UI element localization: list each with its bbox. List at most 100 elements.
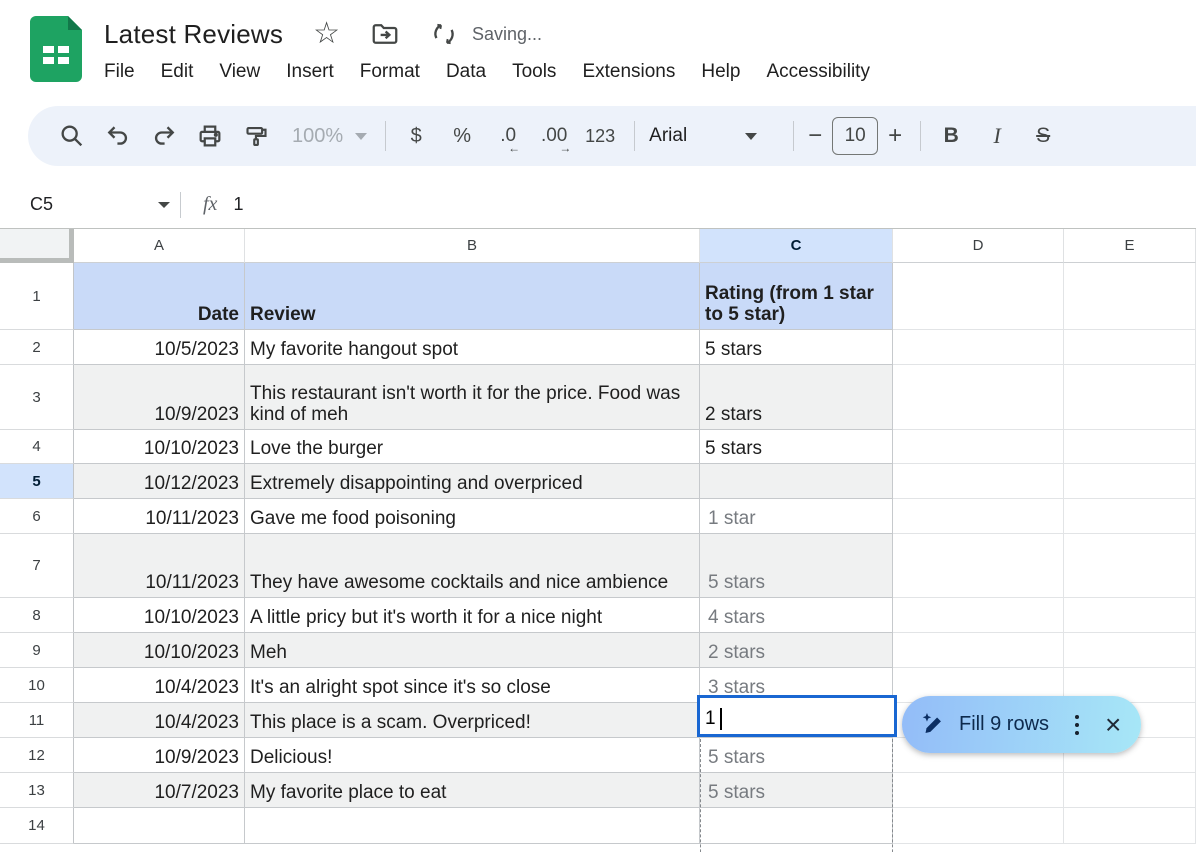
cell-C1[interactable]: Rating (from 1 star to 5 star): [700, 263, 893, 330]
bold-button[interactable]: B: [935, 116, 967, 156]
cell-A11[interactable]: 10/4/2023: [74, 703, 245, 738]
cell-C9[interactable]: 2 stars: [700, 633, 893, 668]
row-header-12[interactable]: 12: [0, 738, 74, 773]
cell-C5[interactable]: [700, 464, 893, 499]
cell-B3[interactable]: This restaurant isn't worth it for the p…: [245, 365, 700, 430]
sheets-logo-icon[interactable]: [30, 16, 82, 82]
cell-C4[interactable]: 5 stars: [700, 430, 893, 464]
cell-E7[interactable]: [1064, 534, 1196, 598]
cell-A8[interactable]: 10/10/2023: [74, 598, 245, 633]
cell-B10[interactable]: It's an alright spot since it's so close: [245, 668, 700, 703]
row-header-14[interactable]: 14: [0, 808, 74, 844]
cell-A12[interactable]: 10/9/2023: [74, 738, 245, 773]
cell-C8[interactable]: 4 stars: [700, 598, 893, 633]
cell-B1[interactable]: Review: [245, 263, 700, 330]
cell-D2[interactable]: [893, 330, 1064, 365]
cell-B4[interactable]: Love the burger: [245, 430, 700, 464]
cell-E2[interactable]: [1064, 330, 1196, 365]
column-header-C[interactable]: C: [700, 229, 893, 263]
row-header-1[interactable]: 1: [0, 263, 74, 330]
cell-A7[interactable]: 10/11/2023: [74, 534, 245, 598]
cell-B11[interactable]: This place is a scam. Overpriced!: [245, 703, 700, 738]
print-icon[interactable]: [194, 116, 226, 156]
row-header-3[interactable]: 3: [0, 365, 74, 430]
formula-input[interactable]: 1: [233, 194, 243, 215]
name-box[interactable]: C5: [30, 194, 170, 215]
cell-E4[interactable]: [1064, 430, 1196, 464]
undo-icon[interactable]: [102, 116, 134, 156]
zoom-select[interactable]: 100%: [292, 116, 367, 156]
select-all-corner[interactable]: [0, 229, 74, 263]
column-header-B[interactable]: B: [245, 229, 700, 263]
magic-fill-icon[interactable]: [920, 711, 947, 738]
italic-button[interactable]: I: [981, 116, 1013, 156]
cell-D5[interactable]: [893, 464, 1064, 499]
cell-B9[interactable]: Meh: [245, 633, 700, 668]
cell-A13[interactable]: 10/7/2023: [74, 773, 245, 808]
menu-item-edit[interactable]: Edit: [148, 58, 207, 86]
cell-E1[interactable]: [1064, 263, 1196, 330]
decrease-font-size-button[interactable]: −: [808, 122, 822, 150]
cell-C6[interactable]: 1 star: [700, 499, 893, 534]
cell-E8[interactable]: [1064, 598, 1196, 633]
cell-editor[interactable]: 1: [697, 695, 897, 737]
row-header-11[interactable]: 11: [0, 703, 74, 738]
cell-A9[interactable]: 10/10/2023: [74, 633, 245, 668]
cell-A4[interactable]: 10/10/2023: [74, 430, 245, 464]
more-options-icon[interactable]: [1069, 709, 1085, 741]
font-family-select[interactable]: Arial: [649, 116, 779, 156]
increase-decimal-button[interactable]: .00→: [538, 116, 570, 156]
search-icon[interactable]: [56, 116, 88, 156]
cell-C13[interactable]: 5 stars: [700, 773, 893, 808]
menu-item-help[interactable]: Help: [688, 58, 753, 86]
move-to-folder-icon[interactable]: [370, 19, 400, 49]
cell-A3[interactable]: 10/9/2023: [74, 365, 245, 430]
document-title[interactable]: Latest Reviews: [104, 19, 283, 50]
cell-E9[interactable]: [1064, 633, 1196, 668]
cell-E5[interactable]: [1064, 464, 1196, 499]
cell-B12[interactable]: Delicious!: [245, 738, 700, 773]
increase-font-size-button[interactable]: +: [888, 122, 902, 150]
cell-C3[interactable]: 2 stars: [700, 365, 893, 430]
menu-item-format[interactable]: Format: [347, 58, 433, 86]
cell-D3[interactable]: [893, 365, 1064, 430]
cell-D4[interactable]: [893, 430, 1064, 464]
star-icon[interactable]: ☆: [313, 19, 340, 49]
row-header-7[interactable]: 7: [0, 534, 74, 598]
cell-E14[interactable]: [1064, 808, 1196, 844]
more-formats-button[interactable]: 123: [584, 116, 616, 156]
row-header-10[interactable]: 10: [0, 668, 74, 703]
cell-D9[interactable]: [893, 633, 1064, 668]
column-header-E[interactable]: E: [1064, 229, 1196, 263]
menu-item-file[interactable]: File: [91, 58, 148, 86]
close-icon[interactable]: ×: [1105, 711, 1121, 739]
menu-item-tools[interactable]: Tools: [499, 58, 569, 86]
cell-A1[interactable]: Date: [74, 263, 245, 330]
menu-item-insert[interactable]: Insert: [273, 58, 347, 86]
cell-D6[interactable]: [893, 499, 1064, 534]
cell-D13[interactable]: [893, 773, 1064, 808]
row-header-8[interactable]: 8: [0, 598, 74, 633]
row-header-13[interactable]: 13: [0, 773, 74, 808]
cell-C12[interactable]: 5 stars: [700, 738, 893, 773]
cell-B5[interactable]: Extremely disappointing and overpriced: [245, 464, 700, 499]
cell-B6[interactable]: Gave me food poisoning: [245, 499, 700, 534]
cell-B13[interactable]: My favorite place to eat: [245, 773, 700, 808]
menu-item-accessibility[interactable]: Accessibility: [753, 58, 882, 86]
fill-rows-button[interactable]: Fill 9 rows: [959, 713, 1049, 736]
column-header-A[interactable]: A: [74, 229, 245, 263]
cell-E6[interactable]: [1064, 499, 1196, 534]
cell-C14[interactable]: [700, 808, 893, 844]
cell-B8[interactable]: A little pricy but it's worth it for a n…: [245, 598, 700, 633]
cell-D8[interactable]: [893, 598, 1064, 633]
cell-E3[interactable]: [1064, 365, 1196, 430]
cell-A10[interactable]: 10/4/2023: [74, 668, 245, 703]
row-header-6[interactable]: 6: [0, 499, 74, 534]
format-percent-button[interactable]: %: [446, 116, 478, 156]
cell-D1[interactable]: [893, 263, 1064, 330]
menu-item-data[interactable]: Data: [433, 58, 499, 86]
paint-format-icon[interactable]: [240, 116, 272, 156]
decrease-decimal-button[interactable]: .0←: [492, 116, 524, 156]
row-header-4[interactable]: 4: [0, 430, 74, 464]
row-header-2[interactable]: 2: [0, 330, 74, 365]
